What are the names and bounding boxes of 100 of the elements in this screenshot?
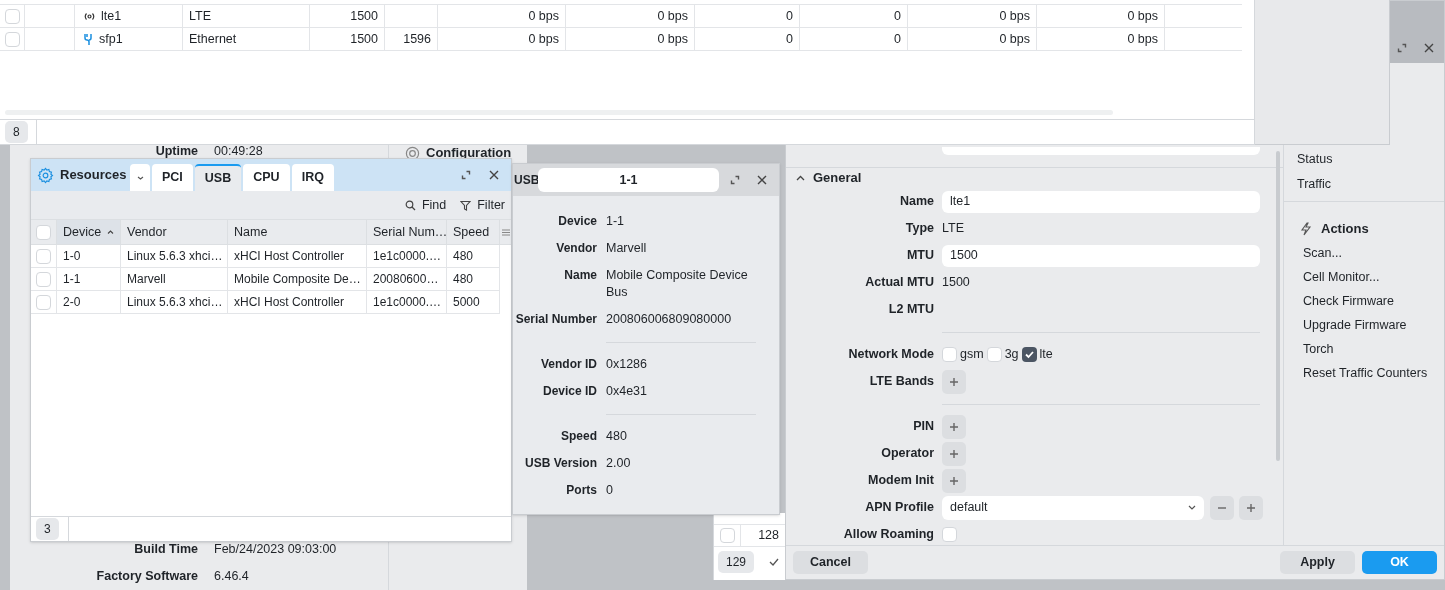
menu-icon[interactable] <box>501 228 510 236</box>
field-value: Marvell <box>606 240 648 257</box>
checkbox[interactable] <box>36 294 51 310</box>
checkbox[interactable] <box>36 248 51 264</box>
column-header[interactable]: Name <box>228 220 367 244</box>
checkbox[interactable] <box>1021 347 1037 362</box>
add-button[interactable] <box>942 441 966 466</box>
field-value: 1500 <box>942 274 970 292</box>
field-label: Device ID <box>541 383 597 400</box>
interface-name[interactable]: lte1 <box>101 6 122 26</box>
table-cell-text: 20080600… <box>373 271 439 288</box>
field-label: Modem Init <box>867 472 935 490</box>
record-tab[interactable]: 1-1 <box>538 168 719 192</box>
table-cell-text: Mobile Composite De… <box>234 271 361 288</box>
option-label: lte <box>1039 346 1053 364</box>
checkbox[interactable] <box>986 347 1002 362</box>
close-icon[interactable] <box>1424 43 1434 53</box>
tab[interactable]: USB <box>194 164 242 191</box>
field-label: Name <box>563 267 597 284</box>
action-link[interactable]: Upgrade Firmware <box>1284 313 1444 337</box>
tab[interactable]: PCI <box>152 164 193 191</box>
field-value: 00:49:28 <box>214 143 263 161</box>
field-label: Vendor ID <box>540 356 597 373</box>
column-header[interactable]: Speed <box>447 220 500 244</box>
action-link[interactable]: Check Firmware <box>1284 289 1444 313</box>
table-cell-text: 0 bps <box>528 30 559 48</box>
gear-icon <box>37 166 54 184</box>
toolbar-button[interactable]: Find <box>404 195 447 215</box>
action-link[interactable]: Torch <box>1284 337 1444 361</box>
plus-icon <box>1246 502 1256 513</box>
text-field[interactable]: 1500 <box>942 244 1260 267</box>
action-link[interactable]: Scan... <box>1284 241 1444 265</box>
toolbar-button[interactable]: Filter <box>460 195 505 215</box>
add-button[interactable] <box>942 414 966 439</box>
chevron-icon[interactable] <box>796 175 805 181</box>
count-badge: 8 <box>5 121 28 143</box>
add-button[interactable] <box>942 369 966 394</box>
field-label: Actual MTU <box>864 274 935 292</box>
scrollbar[interactable] <box>1276 151 1280 461</box>
field-value: 6.46.4 <box>214 568 249 586</box>
close-icon[interactable] <box>489 170 499 180</box>
field-label: Ports <box>565 482 597 499</box>
column-header[interactable]: Vendor <box>121 220 228 244</box>
restore-icon[interactable] <box>461 170 471 180</box>
window-title: Resources <box>60 166 127 185</box>
close-icon[interactable] <box>757 175 767 185</box>
checkbox[interactable] <box>942 527 957 542</box>
field-label: PIN <box>912 418 935 436</box>
field-label: Serial Number <box>514 311 597 328</box>
check-icon[interactable] <box>769 558 779 566</box>
checkbox[interactable] <box>4 31 20 47</box>
dialog-button[interactable]: Apply <box>1280 551 1355 574</box>
table-cell-text: 1500 <box>350 30 378 48</box>
field-label: Name <box>898 193 935 211</box>
tab[interactable]: CPU <box>243 164 290 191</box>
field-value: 0 <box>606 482 614 499</box>
table-cell-text: 0 bps <box>999 30 1030 48</box>
interface-name[interactable]: sfp1 <box>99 29 123 49</box>
field-label: Uptime <box>154 143 198 161</box>
field-label: Network Mode <box>847 346 935 364</box>
tab[interactable]: IRQ <box>291 164 334 191</box>
add-button[interactable] <box>942 468 966 493</box>
restore-icon[interactable] <box>1397 43 1407 53</box>
table-cell-text: 0 bps <box>1127 30 1158 48</box>
action-link[interactable]: Cell Monitor... <box>1284 265 1444 289</box>
field-label: MTU <box>905 247 935 265</box>
checkbox[interactable] <box>719 528 735 543</box>
checkbox[interactable] <box>36 271 51 287</box>
select-field[interactable]: default <box>942 495 1204 520</box>
field-value: 0x1286 <box>606 356 648 373</box>
text-field[interactable]: lte1 <box>942 190 1260 213</box>
checkbox[interactable] <box>4 8 20 24</box>
column-header[interactable]: Device <box>57 220 121 244</box>
action-link[interactable]: Reset Traffic Counters <box>1284 361 1444 385</box>
add-button[interactable] <box>1239 495 1263 520</box>
field-label: LTE Bands <box>868 373 935 391</box>
column-header[interactable]: Serial Num… <box>367 220 447 244</box>
field-value: 480 <box>606 428 628 445</box>
checkbox[interactable] <box>942 347 957 362</box>
field-value: 2.00 <box>606 455 632 472</box>
restore-icon[interactable] <box>730 175 740 185</box>
table-cell-text: 1596 <box>403 30 431 48</box>
table-cell-text: 1e1c0000.… <box>373 294 442 311</box>
lightning-icon <box>1299 222 1313 236</box>
table-cell-text: 0 <box>786 7 793 25</box>
table-cell-text: 128 <box>757 527 780 545</box>
dialog-button[interactable]: Cancel <box>793 551 868 574</box>
sidebar-link[interactable]: Status <box>1284 147 1444 172</box>
plus-icon <box>949 475 959 486</box>
filter-icon <box>460 199 472 211</box>
sidebar-link[interactable]: Traffic <box>1284 172 1444 197</box>
field-label: Operator <box>880 445 935 463</box>
checkbox[interactable] <box>36 224 51 240</box>
gear-icon <box>405 145 420 161</box>
window-title: USB <box>513 172 538 189</box>
table-cell-text: 2-0 <box>63 294 81 311</box>
chevron-up-icon <box>107 230 114 234</box>
remove-button[interactable] <box>1210 495 1234 520</box>
section-title: General <box>813 169 862 188</box>
table-cell-text: 480 <box>453 271 474 288</box>
